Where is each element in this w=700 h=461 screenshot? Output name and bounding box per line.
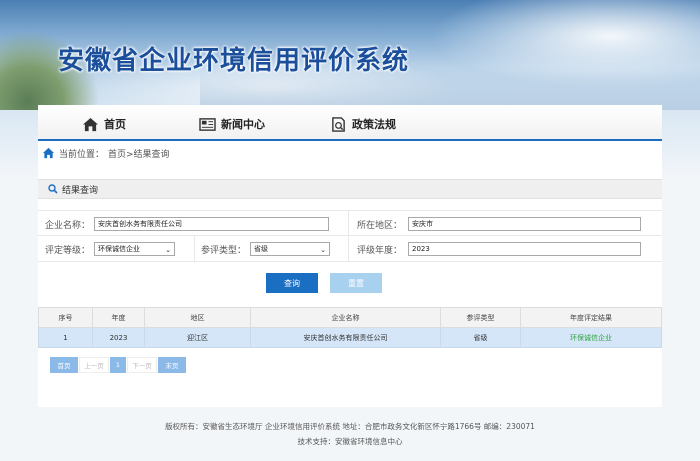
main-panel: 当前位置： 首页>结果查询 结果查询 企业名称： 安庆首创水务有限责任公司 所在… — [38, 141, 662, 407]
table-row[interactable]: 1 2023 迎江区 安庆首创水务有限责任公司 省级 环保诚信企业 — [38, 327, 662, 348]
nav-news[interactable]: 新闻中心 — [199, 116, 265, 132]
last-page-button[interactable]: 末页 — [158, 357, 186, 373]
column-header: 参评类型 — [440, 307, 521, 328]
column-header: 地区 — [144, 307, 251, 328]
region-input[interactable]: 安庆市 — [408, 217, 641, 231]
result-cell: 环保诚信企业 — [520, 327, 662, 348]
pagination: 首页 上一页 1 下一页 末页 — [50, 357, 186, 375]
column-header: 序号 — [38, 307, 93, 328]
table-cell: 1 — [38, 327, 93, 348]
column-header: 年度 — [92, 307, 145, 328]
section-title: 结果查询 — [62, 185, 99, 196]
table-cell: 2023 — [92, 327, 145, 348]
query-button[interactable]: 查询 — [266, 273, 318, 293]
table-header-row: 序号 年度 地区 企业名称 参评类型 年度评定结果 — [38, 307, 662, 328]
first-page-button[interactable]: 首页 — [50, 357, 78, 373]
chevron-down-icon: ⌄ — [165, 246, 171, 254]
breadcrumb: 当前位置： 首页>结果查询 — [42, 146, 170, 160]
reset-button[interactable]: 重置 — [330, 273, 382, 293]
year-label: 评级年度： — [357, 246, 403, 256]
form-row: 企业名称： 安庆首创水务有限责任公司 所在地区： 安庆市 — [38, 210, 662, 237]
footer-copyright: 版权所有：安徽省生态环境厅 企业环境信用评价系统 地址：合肥市政务文化新区怀宁路… — [165, 422, 535, 431]
nav-policy-label: 政策法规 — [352, 118, 396, 131]
region-label: 所在地区： — [357, 221, 403, 231]
column-header: 年度评定结果 — [520, 307, 662, 328]
footer-support: 技术支持：安徽省环境信息中心 — [297, 437, 403, 446]
next-page-button[interactable]: 下一页 — [127, 357, 157, 373]
breadcrumb-path[interactable]: 首页>结果查询 — [108, 147, 170, 160]
year-input[interactable]: 2023 — [408, 242, 641, 256]
results-table: 序号 年度 地区 企业名称 参评类型 年度评定结果 1 2023 迎江区 安庆首… — [38, 307, 662, 348]
grade-select[interactable]: 环保诚信企业 ⌄ — [94, 242, 175, 256]
chevron-down-icon: ⌄ — [320, 246, 326, 254]
site-title: 安徽省企业环境信用评价系统 — [58, 46, 410, 76]
column-header: 企业名称 — [250, 307, 441, 328]
prev-page-button[interactable]: 上一页 — [79, 357, 109, 373]
header-banner: 安徽省企业环境信用评价系统 — [0, 0, 700, 110]
table-cell: 迎江区 — [144, 327, 251, 348]
breadcrumb-prefix: 当前位置： — [59, 149, 105, 160]
divider — [348, 211, 349, 237]
nav-home[interactable]: 首页 — [82, 116, 126, 132]
grade-select-value: 环保诚信企业 — [98, 245, 140, 253]
type-label: 参评类型： — [201, 246, 247, 256]
divider — [348, 236, 349, 262]
company-label: 企业名称： — [45, 221, 91, 231]
table-cell: 安庆首创水务有限责任公司 — [250, 327, 441, 348]
grade-label: 评定等级： — [45, 246, 91, 256]
divider — [194, 236, 195, 262]
newspaper-icon — [199, 117, 216, 131]
main-nav: 首页 新闻中心 政策法规 — [38, 105, 662, 141]
home-icon — [83, 117, 98, 131]
search-icon — [48, 184, 58, 194]
form-row: 评定等级： 环保诚信企业 ⌄ 参评类型： 省级 ⌄ 评级年度： 2023 — [38, 236, 662, 262]
table-cell: 省级 — [440, 327, 521, 348]
home-icon — [42, 147, 55, 159]
company-name-input[interactable]: 安庆首创水务有限责任公司 — [94, 217, 329, 231]
nav-home-label: 首页 — [104, 118, 126, 131]
type-select[interactable]: 省级 ⌄ — [250, 242, 330, 256]
page-number-button[interactable]: 1 — [110, 357, 126, 373]
type-select-value: 省级 — [254, 245, 268, 253]
document-search-icon — [332, 116, 345, 132]
nav-policy[interactable]: 政策法规 — [330, 116, 396, 132]
nav-news-label: 新闻中心 — [221, 118, 265, 131]
section-header: 结果查询 — [38, 179, 662, 199]
